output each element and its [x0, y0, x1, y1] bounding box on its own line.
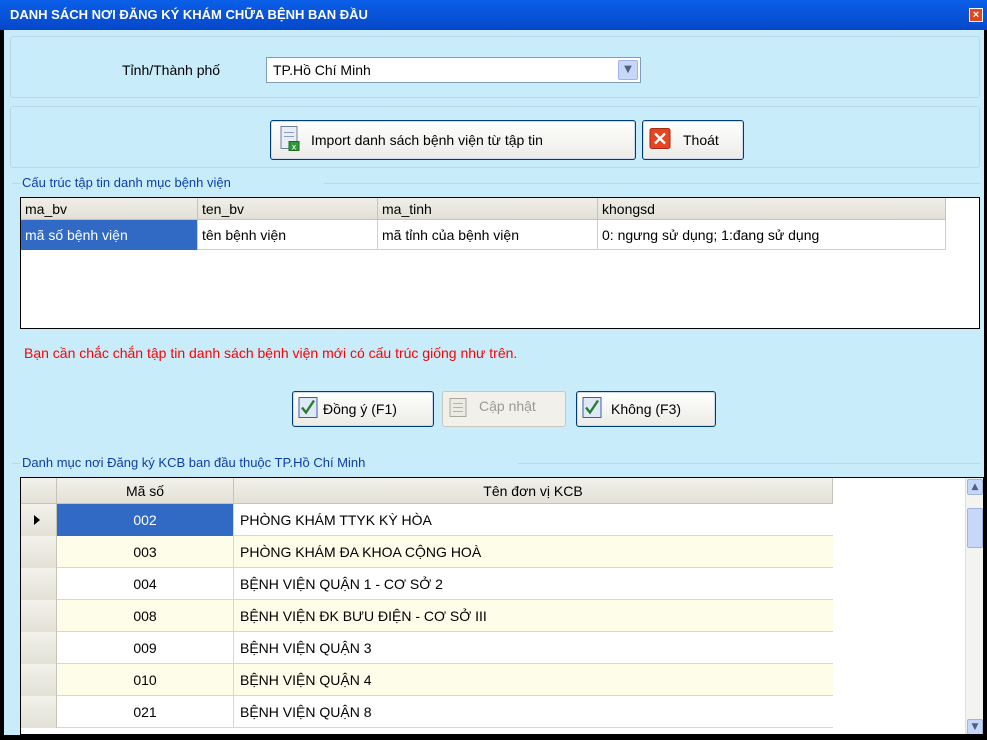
- column-header[interactable]: ten_bv: [198, 198, 378, 220]
- column-header[interactable]: ma_tinh: [378, 198, 598, 220]
- column-header[interactable]: ma_bv: [21, 198, 198, 220]
- row-indicator[interactable]: [21, 632, 57, 664]
- scroll-up-icon[interactable]: ▲: [967, 479, 983, 495]
- document-icon: [449, 398, 467, 421]
- check-document-icon: [298, 397, 318, 422]
- scrollbar-thumb[interactable]: [967, 508, 983, 548]
- import-button[interactable]: x Import danh sách bệnh viện từ tập tin: [270, 120, 636, 160]
- column-header-code[interactable]: Mã số: [57, 478, 234, 504]
- table-row[interactable]: 003 PHÒNG KHÁM ĐA KHOA CỘNG HOÀ: [21, 536, 833, 568]
- list-group-line: [518, 463, 980, 464]
- table-cell[interactable]: 0: ngưng sử dụng; 1:đang sử dụng: [598, 220, 946, 250]
- row-indicator[interactable]: [21, 536, 57, 568]
- table-row[interactable]: 021 BỆNH VIỆN QUẬN 8: [21, 696, 833, 728]
- facility-table-header: Mã số Tên đơn vị KCB: [21, 478, 833, 504]
- table-row[interactable]: 002 PHÒNG KHÁM TTYK KỲ HÒA: [21, 504, 833, 536]
- exit-button[interactable]: Thoát: [642, 120, 744, 160]
- ok-button[interactable]: Đồng ý (F1): [292, 391, 434, 427]
- close-icon[interactable]: ×: [969, 8, 983, 22]
- update-button-label: Cập nhật: [479, 398, 536, 415]
- row-indicator[interactable]: [21, 504, 57, 536]
- table-cell-name[interactable]: PHÒNG KHÁM ĐA KHOA CỘNG HOÀ: [234, 536, 833, 568]
- table-cell-code[interactable]: 008: [57, 600, 234, 632]
- update-button[interactable]: Cập nhật: [442, 391, 566, 427]
- table-import-icon: x: [279, 125, 301, 156]
- province-select[interactable]: TP.Hồ Chí Minh ▼: [266, 57, 641, 83]
- check-document-icon: [582, 397, 602, 422]
- table-row[interactable]: 010 BỆNH VIỆN QUẬN 4: [21, 664, 833, 696]
- import-button-label: Import danh sách bệnh viện từ tập tin: [311, 132, 543, 148]
- list-legend: Danh mục nơi Đăng ký KCB ban đầu thuộc T…: [20, 455, 368, 470]
- red-x-icon: [649, 128, 671, 153]
- column-header[interactable]: khongsd: [598, 198, 946, 220]
- structure-table: ma_bv ten_bv ma_tinh khongsd mã số bệnh …: [20, 197, 980, 329]
- table-cell-name[interactable]: PHÒNG KHÁM TTYK KỲ HÒA: [234, 504, 833, 536]
- exit-button-label: Thoát: [683, 132, 719, 148]
- facility-table: Mã số Tên đơn vị KCB 002 PHÒNG KHÁM TTYK…: [20, 477, 984, 735]
- province-label: Tỉnh/Thành phố: [122, 62, 221, 78]
- table-cell-name[interactable]: BỆNH VIỆN ĐK BƯU ĐIỆN - CƠ SỞ III: [234, 600, 833, 632]
- no-button-label: Không (F3): [611, 401, 682, 417]
- window-title: DANH SÁCH NƠI ĐĂNG KÝ KHÁM CHỮA BỆNH BAN…: [10, 7, 368, 22]
- table-cell-code[interactable]: 010: [57, 664, 234, 696]
- row-indicator[interactable]: [21, 696, 57, 728]
- row-indicator-header: [21, 478, 57, 504]
- table-row[interactable]: mã số bệnh viện tên bệnh viện mã tỉnh củ…: [21, 220, 946, 250]
- table-cell-code[interactable]: 004: [57, 568, 234, 600]
- structure-group-line: [324, 183, 980, 184]
- svg-text:x: x: [292, 143, 297, 152]
- table-cell[interactable]: tên bệnh viện: [198, 220, 378, 250]
- list-group-line: [12, 463, 20, 464]
- warning-message: Bạn cần chắc chắn tập tin danh sách bệnh…: [24, 345, 518, 361]
- window-frame: Tỉnh/Thành phố TP.Hồ Chí Minh ▼ x Import…: [0, 30, 987, 740]
- province-select-value: TP.Hồ Chí Minh: [273, 62, 371, 78]
- structure-legend: Cấu trúc tập tin danh mục bệnh viện: [20, 175, 233, 190]
- table-cell-name[interactable]: BỆNH VIỆN QUẬN 3: [234, 632, 833, 664]
- dialog-body: Tỉnh/Thành phố TP.Hồ Chí Minh ▼ x Import…: [4, 30, 984, 735]
- scroll-down-icon[interactable]: ▼: [967, 719, 983, 734]
- ok-button-label: Đồng ý (F1): [323, 401, 397, 417]
- row-indicator[interactable]: [21, 664, 57, 696]
- table-cell-code[interactable]: 003: [57, 536, 234, 568]
- table-cell-code[interactable]: 009: [57, 632, 234, 664]
- table-row[interactable]: 004 BỆNH VIỆN QUẬN 1 - CƠ SỞ 2: [21, 568, 833, 600]
- structure-group-line: [12, 183, 20, 184]
- table-cell-code[interactable]: 002: [57, 504, 234, 536]
- row-indicator[interactable]: [21, 568, 57, 600]
- row-indicator[interactable]: [21, 600, 57, 632]
- no-button[interactable]: Không (F3): [576, 391, 716, 427]
- table-row[interactable]: 008 BỆNH VIỆN ĐK BƯU ĐIỆN - CƠ SỞ III: [21, 600, 833, 632]
- column-header-name[interactable]: Tên đơn vị KCB: [234, 478, 833, 504]
- row-pointer-icon: [34, 515, 40, 525]
- table-row[interactable]: 009 BỆNH VIỆN QUẬN 3: [21, 632, 833, 664]
- table-cell-code[interactable]: 021: [57, 696, 234, 728]
- structure-table-header: ma_bv ten_bv ma_tinh khongsd: [21, 198, 946, 220]
- chevron-down-icon[interactable]: ▼: [618, 60, 638, 80]
- table-cell-name[interactable]: BỆNH VIỆN QUẬN 1 - CƠ SỞ 2: [234, 568, 833, 600]
- table-cell-name[interactable]: BỆNH VIỆN QUẬN 8: [234, 696, 833, 728]
- table-cell[interactable]: mã tỉnh của bệnh viện: [378, 220, 598, 250]
- vertical-scrollbar[interactable]: ▲ ▼: [965, 478, 983, 734]
- table-cell-name[interactable]: BỆNH VIỆN QUẬN 4: [234, 664, 833, 696]
- window-titlebar: DANH SÁCH NƠI ĐĂNG KÝ KHÁM CHỮA BỆNH BAN…: [0, 0, 987, 30]
- table-cell[interactable]: mã số bệnh viện: [21, 220, 198, 250]
